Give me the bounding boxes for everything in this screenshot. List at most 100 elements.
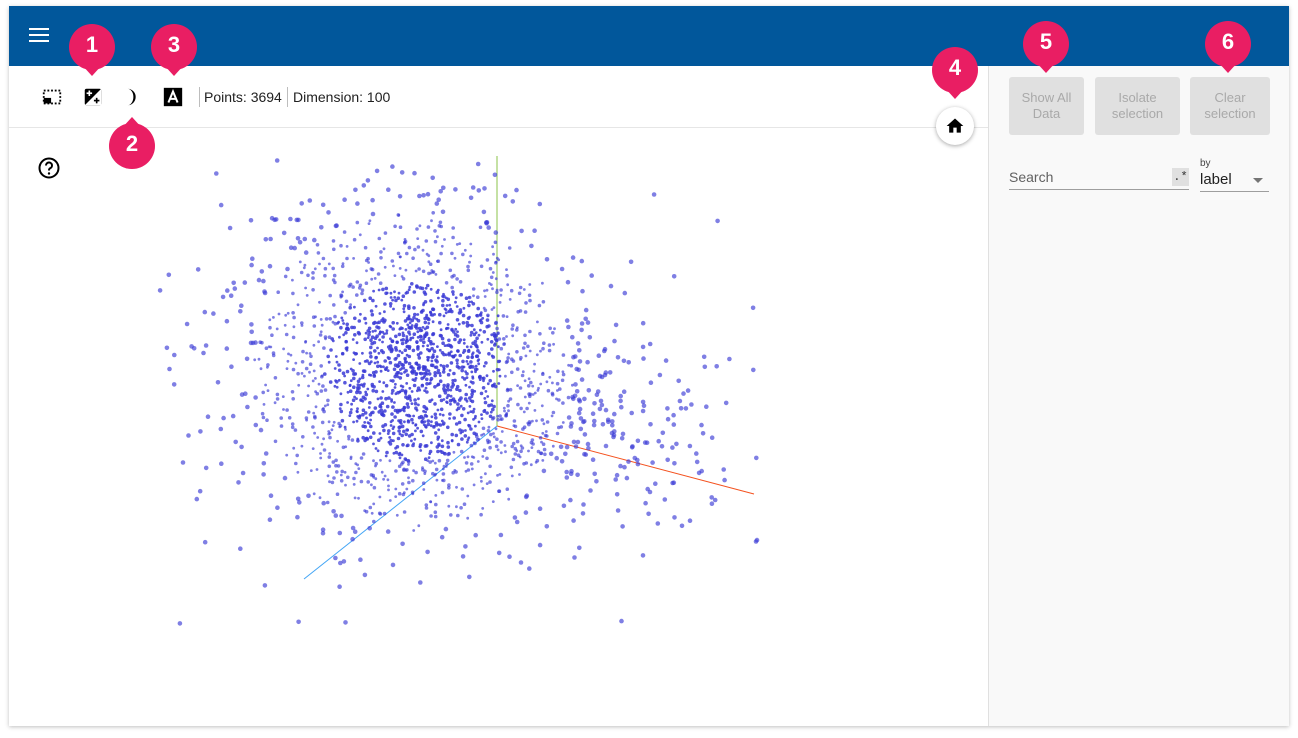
data-point[interactable] [411,478,415,483]
data-point[interactable] [401,443,405,447]
data-point[interactable] [369,309,374,313]
data-point[interactable] [355,220,360,225]
data-point[interactable] [674,441,679,447]
data-point[interactable] [339,409,344,414]
data-point[interactable] [406,413,411,418]
data-point[interactable] [453,337,457,342]
data-point[interactable] [343,470,347,474]
data-point[interactable] [641,403,647,409]
night-mode-toggle-icon[interactable] [82,86,104,108]
data-point[interactable] [467,424,472,428]
data-point[interactable] [232,286,238,291]
data-point[interactable] [498,359,502,363]
data-point[interactable] [455,362,459,365]
data-point[interactable] [419,310,424,314]
data-point[interactable] [434,201,440,206]
data-point[interactable] [347,434,351,439]
data-point[interactable] [671,422,677,427]
data-point[interactable] [605,417,611,423]
data-point[interactable] [413,312,417,317]
data-point[interactable] [485,318,490,322]
data-point[interactable] [462,348,467,353]
data-point[interactable] [359,398,363,402]
data-point[interactable] [421,344,425,348]
data-point[interactable] [561,401,565,405]
data-point[interactable] [302,236,308,242]
data-point[interactable] [487,352,491,356]
data-point[interactable] [220,294,226,300]
data-point[interactable] [390,562,396,568]
data-point[interactable] [671,274,677,279]
data-point[interactable] [351,285,355,289]
data-point[interactable] [544,257,550,262]
data-point[interactable] [384,396,388,401]
data-point[interactable] [438,413,442,416]
data-point[interactable] [363,438,367,443]
data-point[interactable] [396,251,401,256]
data-point[interactable] [533,409,537,412]
data-point[interactable] [681,391,686,396]
data-point[interactable] [545,380,549,384]
data-point[interactable] [313,414,317,419]
data-point[interactable] [410,282,414,286]
data-point[interactable] [445,296,448,300]
data-point[interactable] [467,303,471,308]
data-point[interactable] [481,426,486,431]
data-point[interactable] [374,355,378,360]
data-point[interactable] [328,317,333,321]
data-point[interactable] [412,170,417,176]
data-point[interactable] [177,621,183,626]
data-point[interactable] [613,477,618,482]
data-point[interactable] [330,428,334,432]
data-point[interactable] [316,251,321,255]
data-point[interactable] [392,425,396,429]
data-point[interactable] [502,193,508,199]
data-point[interactable] [397,464,402,469]
data-point[interactable] [456,406,461,411]
data-point[interactable] [295,514,300,520]
data-point[interactable] [437,296,440,300]
data-point[interactable] [266,389,270,392]
data-point[interactable] [286,311,290,315]
data-point[interactable] [498,473,502,476]
data-point[interactable] [383,474,387,478]
data-point[interactable] [388,499,392,502]
data-point[interactable] [456,350,460,353]
data-point[interactable] [460,437,464,441]
data-point[interactable] [477,375,482,380]
data-point[interactable] [417,366,421,371]
data-point[interactable] [423,389,426,392]
data-point[interactable] [463,417,467,422]
data-point[interactable] [299,270,304,275]
regex-toggle-button[interactable]: .* [1172,168,1189,186]
data-point[interactable] [506,403,510,408]
data-point[interactable] [470,300,473,304]
data-point[interactable] [243,391,248,397]
data-point[interactable] [248,340,254,346]
data-point[interactable] [486,441,490,445]
data-point[interactable] [363,316,367,321]
data-point[interactable] [402,467,406,472]
data-point[interactable] [490,416,495,421]
data-point[interactable] [486,382,490,386]
data-point[interactable] [444,311,448,315]
data-point[interactable] [430,219,433,223]
data-point[interactable] [635,461,641,467]
data-point[interactable] [470,467,474,471]
data-point[interactable] [225,288,230,293]
data-point[interactable] [602,372,608,378]
data-point[interactable] [576,410,582,416]
data-point[interactable] [530,438,535,442]
data-point[interactable] [411,348,416,353]
data-point[interactable] [379,250,383,254]
data-point[interactable] [425,549,430,555]
data-point[interactable] [393,386,397,389]
data-point[interactable] [466,264,470,269]
data-point[interactable] [446,425,450,430]
data-point[interactable] [342,333,346,337]
data-point[interactable] [436,345,439,348]
data-point[interactable] [348,410,353,415]
data-point[interactable] [414,423,417,427]
data-point[interactable] [415,408,419,412]
data-point[interactable] [411,421,415,425]
